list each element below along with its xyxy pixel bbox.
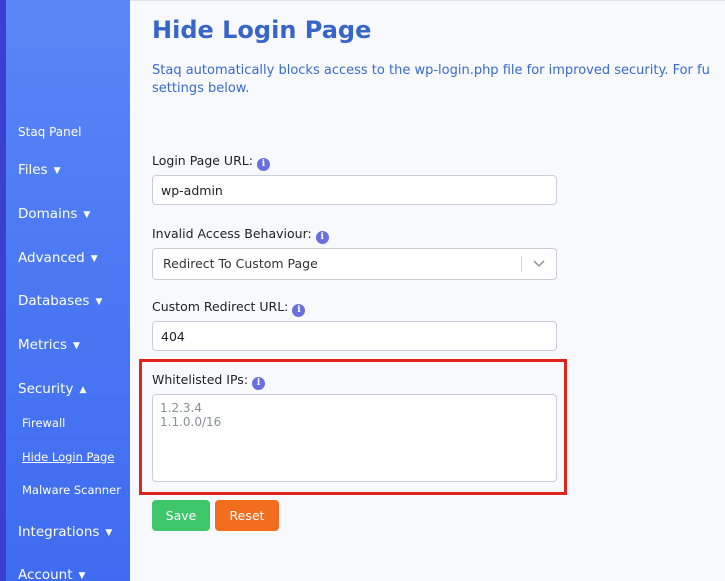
chevron-down-icon: ▼	[73, 341, 80, 351]
select-separator	[521, 256, 522, 272]
sidebar-item-label: Advanced	[18, 250, 85, 266]
reset-button[interactable]: Reset	[215, 500, 279, 531]
chevron-down-icon: ▼	[90, 254, 98, 264]
sidebar-item-label: Files	[18, 162, 48, 178]
login-url-input[interactable]	[152, 175, 557, 205]
page-title: Hide Login Page	[152, 16, 372, 44]
sidebar-item-advanced[interactable]: Advanced ▼	[18, 250, 98, 266]
label-text: Whitelisted IPs:	[152, 372, 249, 387]
main-content: Hide Login Page Staq automatically block…	[130, 0, 725, 581]
sidebar-item-security[interactable]: Security ▲	[18, 381, 86, 397]
sidebar: Staq Panel Files ▼ Domains ▼ Advanced ▼ Dat…	[0, 0, 130, 581]
label-text: Custom Redirect URL:	[152, 299, 289, 314]
login-url-label: Login Page URL: i	[152, 153, 270, 171]
top-divider	[130, 0, 725, 1]
whitelisted-ips-textarea[interactable]: 1.2.3.4 1.1.0.0/16	[152, 394, 557, 482]
sidebar-item-label: Account	[18, 567, 73, 581]
sidebar-item-metrics[interactable]: Metrics ▼	[18, 337, 80, 353]
custom-redirect-url-label: Custom Redirect URL: i	[152, 299, 306, 317]
chevron-down-icon: ▼	[105, 528, 113, 538]
page-description: Staq automatically blocks access to the …	[152, 62, 722, 98]
info-icon[interactable]: i	[256, 158, 270, 171]
sidebar-item-account[interactable]: Account ▼	[18, 567, 85, 581]
sidebar-item-integrations[interactable]: Integrations ▼	[18, 524, 112, 540]
chevron-down-icon: ▼	[78, 571, 86, 581]
label-text: Login Page URL:	[152, 153, 253, 168]
sidebar-item-files[interactable]: Files ▼	[18, 162, 61, 178]
info-icon[interactable]: i	[252, 377, 266, 390]
whitelisted-ips-label: Whitelisted IPs: i	[152, 372, 266, 390]
sidebar-edge	[0, 0, 6, 581]
sidebar-sub-firewall[interactable]: Firewall	[22, 416, 65, 430]
custom-redirect-url-input[interactable]	[152, 321, 557, 351]
info-icon[interactable]: i	[315, 231, 329, 244]
sidebar-sub-malware-scanner[interactable]: Malware Scanner	[22, 483, 121, 497]
sidebar-item-label: Integrations	[18, 524, 100, 540]
sidebar-item-label: Security	[18, 381, 74, 397]
invalid-access-behaviour-label: Invalid Access Behaviour: i	[152, 226, 329, 244]
sidebar-item-domains[interactable]: Domains ▼	[18, 206, 90, 222]
sidebar-item-label: Domains	[18, 206, 78, 222]
info-icon[interactable]: i	[292, 304, 306, 317]
sidebar-item-label: Databases	[18, 293, 90, 309]
sidebar-panel-label[interactable]: Staq Panel	[18, 125, 81, 139]
label-text: Invalid Access Behaviour:	[152, 226, 312, 241]
chevron-down-icon: ▼	[95, 297, 103, 307]
chevron-up-icon: ▲	[79, 385, 87, 395]
sidebar-item-label: Metrics	[18, 337, 68, 353]
sidebar-item-databases[interactable]: Databases ▼	[18, 293, 102, 309]
chevron-down-icon: ▼	[83, 210, 91, 220]
chevron-down-icon: ▼	[53, 166, 61, 176]
sidebar-sub-hide-login-page[interactable]: Hide Login Page	[22, 450, 114, 464]
description-line-1: Staq automatically blocks access to the …	[152, 63, 710, 78]
select-value: Redirect To Custom Page	[163, 256, 318, 271]
description-line-2: settings below.	[152, 81, 250, 96]
save-button[interactable]: Save	[152, 500, 210, 531]
chevron-down-icon[interactable]	[532, 259, 546, 269]
invalid-access-behaviour-select[interactable]: Redirect To Custom Page	[152, 248, 557, 280]
